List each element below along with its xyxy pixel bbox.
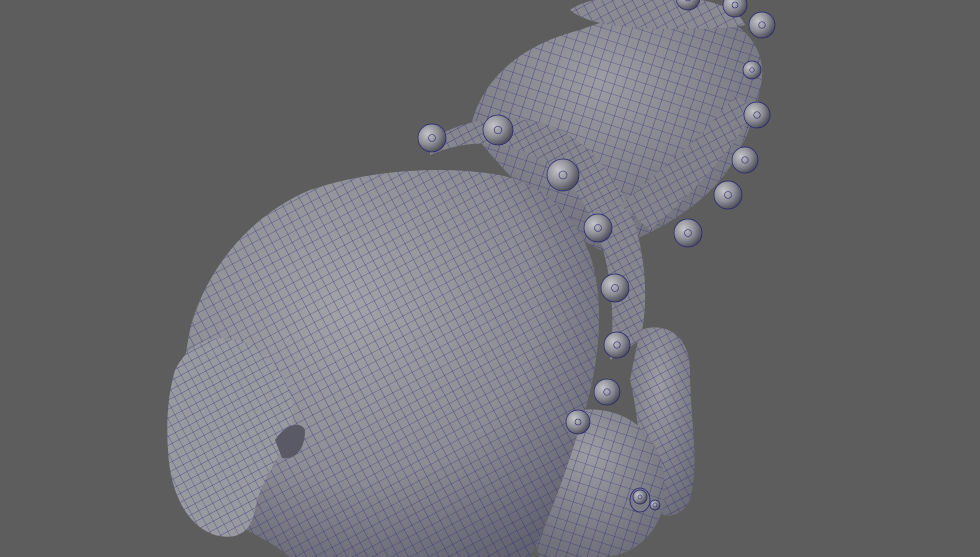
rivet-stud: [593, 378, 621, 406]
rivet-stud: [742, 60, 762, 80]
rivet-stud: [546, 158, 580, 192]
rivet-stud: [743, 101, 771, 129]
rivet-stud: [673, 218, 703, 248]
rivet-stud: [600, 273, 630, 303]
rivet-stud: [417, 123, 447, 153]
rivet-stud: [649, 499, 661, 511]
rivet-stud: [565, 409, 591, 435]
3d-viewport[interactable]: [0, 0, 980, 557]
rivet-stud: [583, 213, 613, 243]
rivet-stud: [603, 331, 631, 359]
rivet-stud: [748, 11, 776, 39]
rivet-stud: [632, 489, 648, 505]
rivet-stud: [713, 180, 743, 210]
rivet-stud: [482, 114, 514, 146]
rivet-stud: [731, 146, 759, 174]
viewport-scene[interactable]: [0, 0, 980, 557]
